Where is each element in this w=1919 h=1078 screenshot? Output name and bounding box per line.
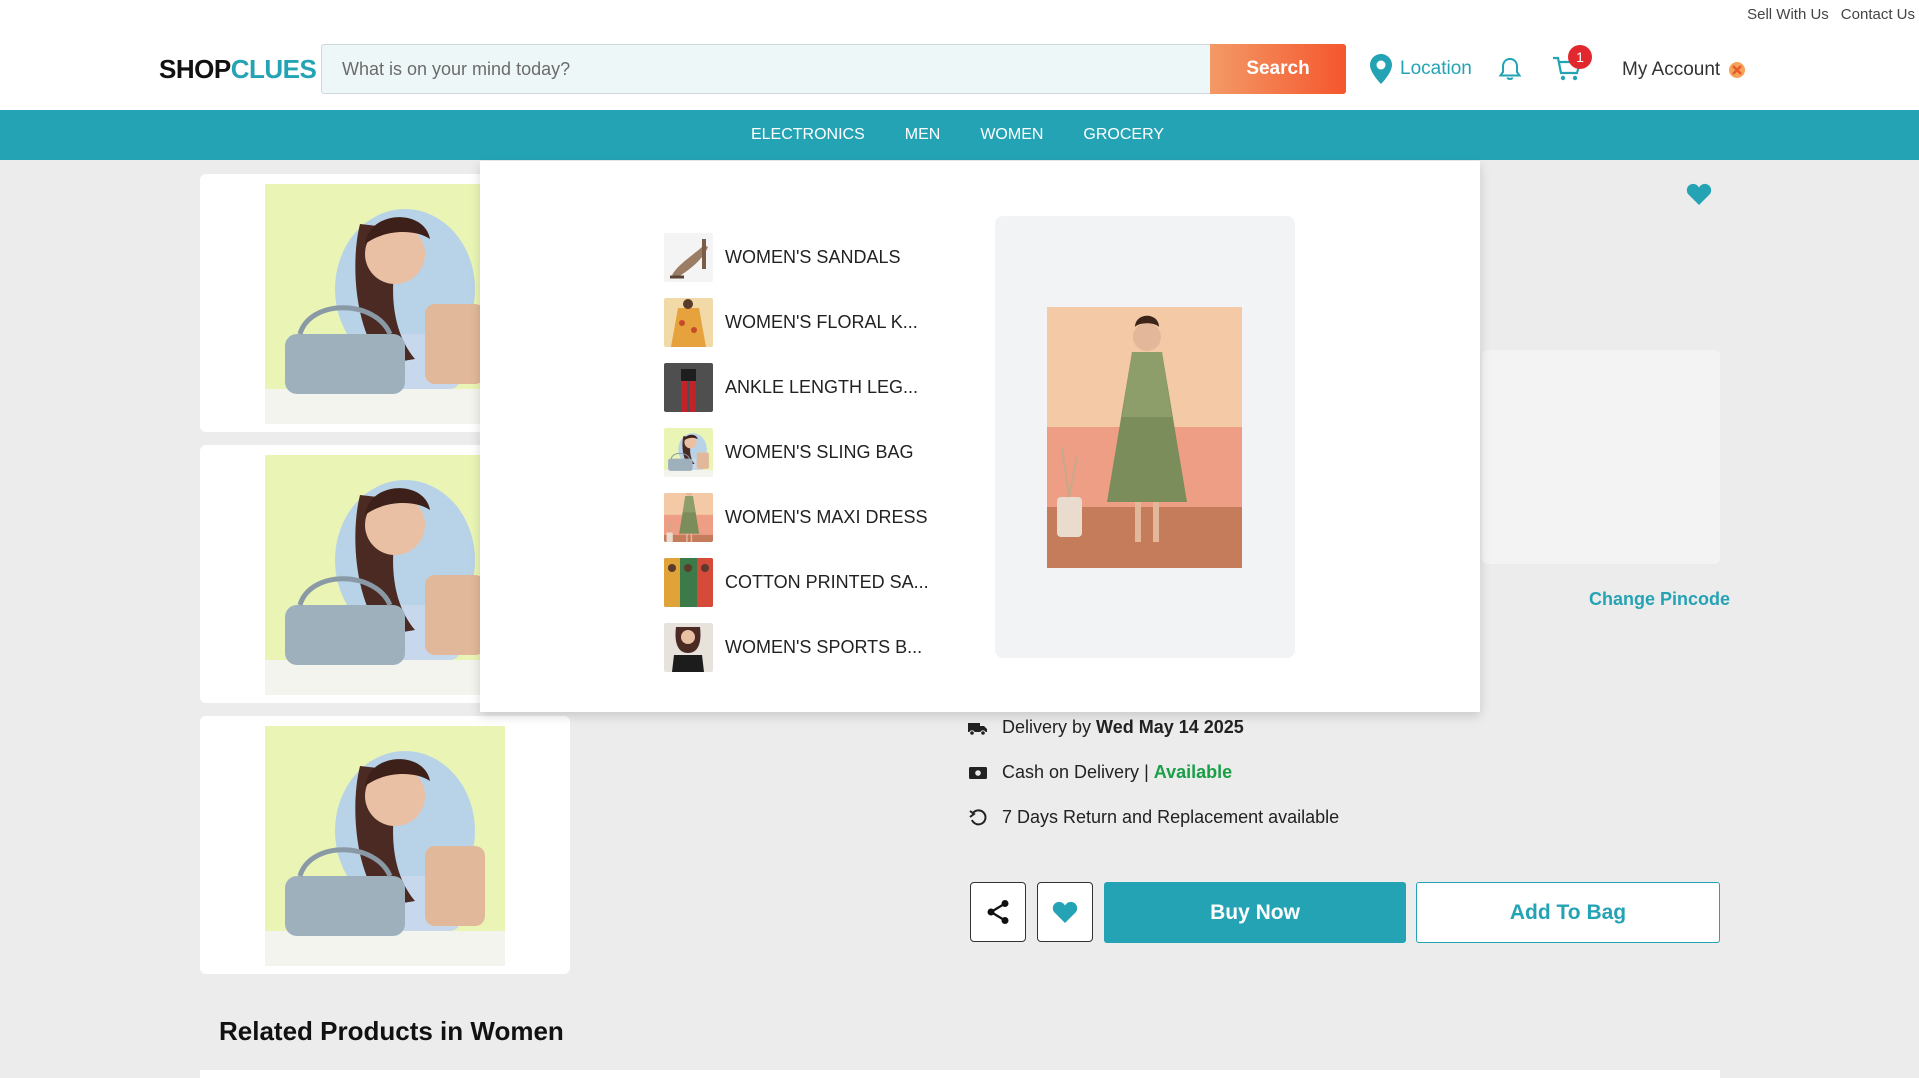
product-image xyxy=(265,455,505,695)
product-image xyxy=(265,184,505,424)
subcategory-label: WOMEN'S FLORAL K... xyxy=(725,312,918,332)
featured-dress-image xyxy=(1047,307,1242,568)
wishlist-button[interactable] xyxy=(1037,882,1093,942)
my-account-label: My Account xyxy=(1622,59,1721,80)
search-input[interactable] xyxy=(321,44,1210,94)
return-icon xyxy=(968,808,988,828)
share-icon xyxy=(987,900,1009,924)
subcategory-item[interactable]: WOMEN'S MAXI DRESS xyxy=(664,485,928,550)
sell-with-us-link[interactable]: Sell With Us xyxy=(1747,6,1829,23)
cart-count-badge: 1 xyxy=(1568,45,1592,69)
related-products-title: Related Products in Women xyxy=(219,1016,564,1046)
women-mega-menu: WOMEN'S SANDALS WOMEN'S FLORAL K... ANKL… xyxy=(480,161,1480,712)
nav-electronics[interactable]: ELECTRONICS xyxy=(751,126,865,144)
my-account-button[interactable]: My Account xyxy=(1622,59,1746,81)
wishlist-heart-button[interactable] xyxy=(1686,182,1712,211)
subcategory-label: ANKLE LENGTH LEG... xyxy=(725,377,919,397)
pincode-box xyxy=(1482,350,1720,564)
category-nav: ELECTRONICS MEN WOMEN GROCERY xyxy=(0,110,1919,160)
delivery-prefix: Delivery by xyxy=(1002,717,1092,737)
sling-bag-thumb-icon xyxy=(664,428,713,477)
search-button[interactable]: Search xyxy=(1210,44,1346,94)
featured-product-panel[interactable] xyxy=(995,216,1295,658)
subcategory-label: WOMEN'S SLING BAG xyxy=(725,442,914,462)
product-thumbnail-3[interactable] xyxy=(200,716,570,974)
subcategory-label: WOMEN'S MAXI DRESS xyxy=(725,507,928,527)
subcategory-list: WOMEN'S SANDALS WOMEN'S FLORAL K... ANKL… xyxy=(664,225,929,680)
share-button[interactable] xyxy=(970,882,1026,942)
location-button[interactable]: Location xyxy=(1370,54,1472,84)
account-badge-icon xyxy=(1729,62,1746,78)
contact-us-link[interactable]: Contact Us xyxy=(1841,6,1915,23)
logo-part-shop: SHOP xyxy=(159,54,231,84)
leggings-thumb-icon xyxy=(664,363,713,412)
shopclues-logo[interactable]: SHOPCLUES xyxy=(159,54,317,85)
bell-icon xyxy=(1498,57,1522,80)
delivery-info: Delivery by Wed May 14 2025 xyxy=(968,717,1244,738)
subcategory-label: COTTON PRINTED SA... xyxy=(725,572,929,592)
buy-now-button[interactable]: Buy Now xyxy=(1104,882,1406,943)
cod-info: Cash on Delivery | Available xyxy=(968,762,1232,783)
truck-icon xyxy=(968,718,988,738)
subcategory-label: WOMEN'S SPORTS B... xyxy=(725,637,923,657)
nav-women[interactable]: WOMEN xyxy=(980,126,1043,144)
sandal-thumb-icon xyxy=(664,233,713,282)
add-to-bag-button[interactable]: Add To Bag xyxy=(1416,882,1720,943)
delivery-date: Wed May 14 2025 xyxy=(1096,717,1244,737)
return-text: 7 Days Return and Replacement available xyxy=(1002,807,1340,827)
nav-grocery[interactable]: GROCERY xyxy=(1083,126,1164,144)
saree-thumb-icon xyxy=(664,558,713,607)
notifications-button[interactable] xyxy=(1497,56,1523,87)
subcategory-item[interactable]: ANKLE LENGTH LEG... xyxy=(664,355,924,420)
heart-icon xyxy=(1686,183,1712,205)
subcategory-item[interactable]: WOMEN'S FLORAL K... xyxy=(664,290,924,355)
maxi-dress-thumb-icon xyxy=(664,493,713,542)
return-info: 7 Days Return and Replacement available xyxy=(968,807,1339,828)
related-products-panel xyxy=(200,1070,1720,1078)
location-label: Location xyxy=(1400,58,1472,79)
subcategory-item[interactable]: COTTON PRINTED SA... xyxy=(664,550,929,615)
cod-separator: | xyxy=(1144,762,1149,782)
nav-men[interactable]: MEN xyxy=(905,126,941,144)
subcategory-item[interactable]: WOMEN'S SPORTS B... xyxy=(664,615,924,680)
logo-part-clues: CLUES xyxy=(230,54,317,84)
cod-status: Available xyxy=(1153,762,1233,782)
subcategory-item[interactable]: WOMEN'S SANDALS xyxy=(664,225,924,290)
kurti-thumb-icon xyxy=(664,298,713,347)
location-pin-icon xyxy=(1370,54,1392,84)
subcategory-item[interactable]: WOMEN'S SLING BAG xyxy=(664,420,924,485)
sports-bra-thumb-icon xyxy=(664,623,713,672)
cod-prefix: Cash on Delivery xyxy=(1002,762,1140,782)
search-bar: Search xyxy=(321,44,1346,94)
heart-icon xyxy=(1052,901,1078,923)
change-pincode-link[interactable]: Change Pincode xyxy=(1589,589,1730,610)
product-image xyxy=(265,726,505,966)
cash-icon xyxy=(968,763,988,783)
top-links: Sell With Us Contact Us xyxy=(1747,6,1915,23)
subcategory-label: WOMEN'S SANDALS xyxy=(725,247,901,267)
